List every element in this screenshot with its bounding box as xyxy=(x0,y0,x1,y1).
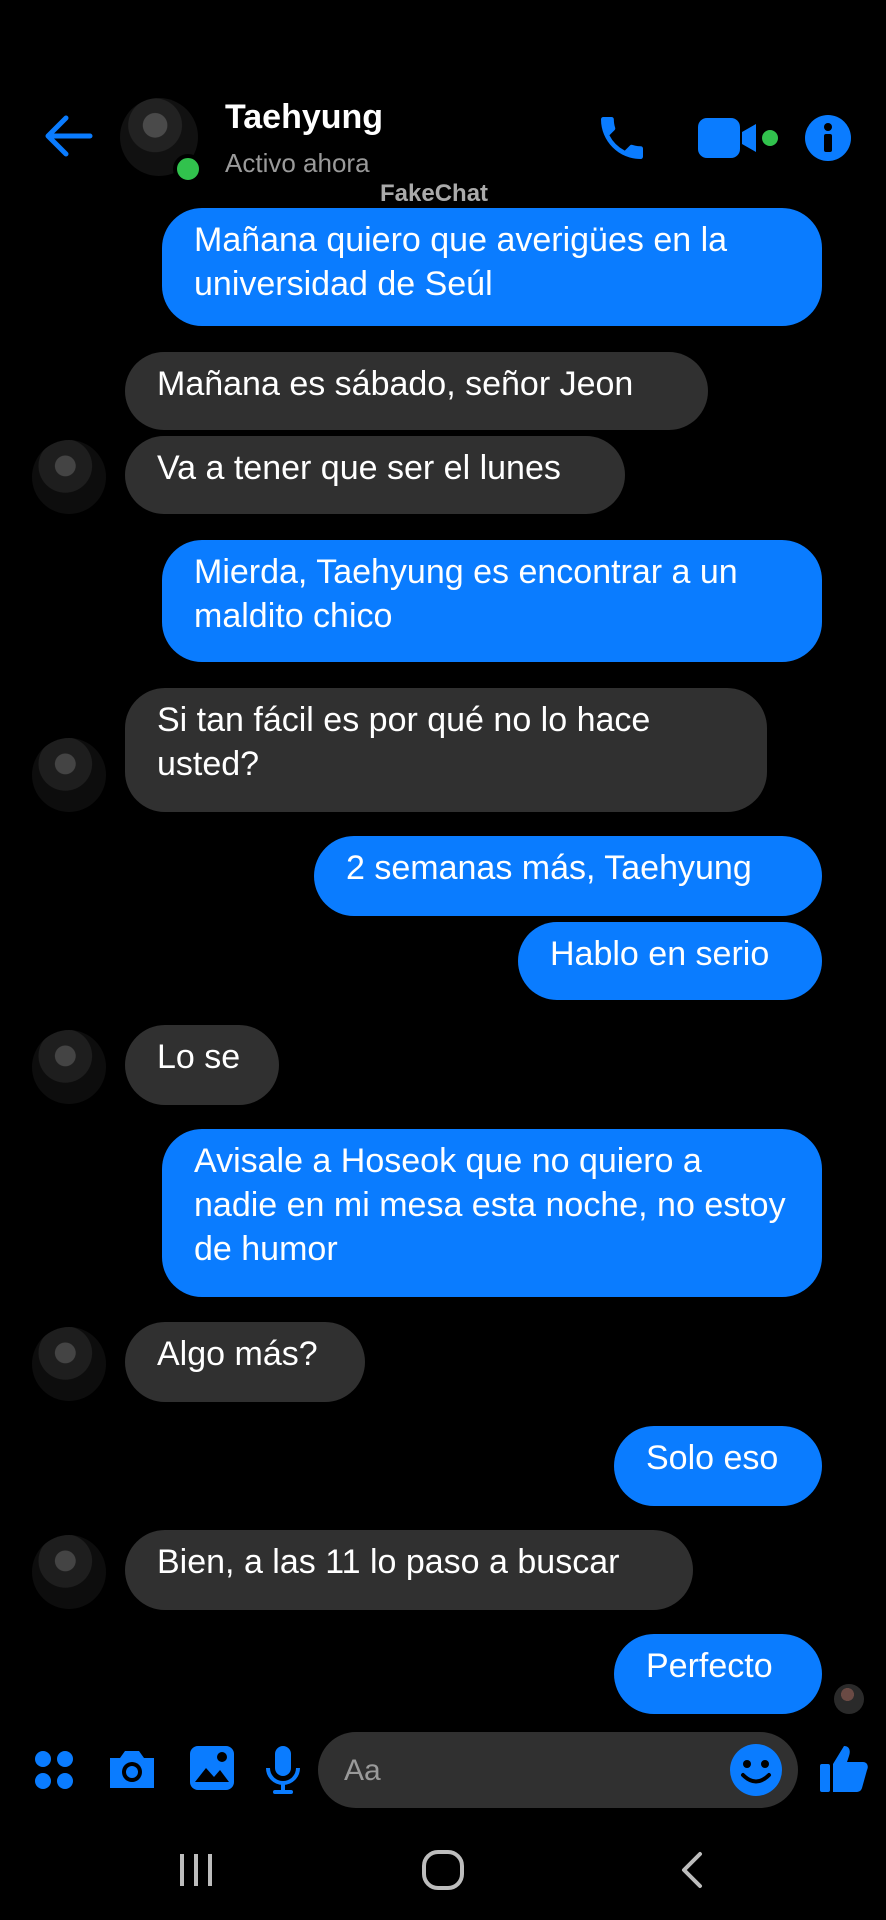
contact-avatar-small xyxy=(32,1327,106,1401)
home-icon[interactable] xyxy=(420,1848,466,1892)
info-icon[interactable] xyxy=(804,114,852,162)
contact-avatar-small xyxy=(32,440,106,514)
sent-message[interactable]: 2 semanas más, Taehyung xyxy=(314,836,822,916)
online-indicator xyxy=(173,154,203,184)
camera-icon[interactable] xyxy=(106,1746,158,1792)
contact-avatar-small xyxy=(32,1535,106,1609)
received-message[interactable]: Mañana es sábado, señor Jeon xyxy=(125,352,708,430)
contact-avatar-small xyxy=(32,1030,106,1104)
sent-message[interactable]: Mierda, Taehyung es encontrar a un maldi… xyxy=(162,540,822,662)
seen-avatar xyxy=(834,1684,864,1714)
recent-apps-icon[interactable] xyxy=(176,1850,216,1890)
video-camera-icon[interactable] xyxy=(696,114,786,162)
message-input-container[interactable] xyxy=(318,1732,798,1808)
watermark: FakeChat xyxy=(380,180,489,207)
contact-status: Activo ahora xyxy=(225,148,370,178)
received-message[interactable]: Bien, a las 11 lo paso a buscar xyxy=(125,1530,693,1610)
gallery-icon[interactable] xyxy=(188,1744,236,1792)
contact-name[interactable]: Taehyung xyxy=(225,98,383,137)
message-input[interactable] xyxy=(342,1746,726,1796)
sent-message[interactable]: Avisale a Hoseok que no quiero a nadie e… xyxy=(162,1129,822,1297)
contact-avatar-small xyxy=(32,738,106,812)
back-arrow-icon[interactable] xyxy=(40,108,96,164)
chat-header: Taehyung Activo ahora FakeChat xyxy=(0,0,886,207)
received-message[interactable]: Va a tener que ser el lunes xyxy=(125,436,625,514)
phone-icon[interactable] xyxy=(594,110,650,166)
received-message[interactable]: Si tan fácil es por qué no lo hace usted… xyxy=(125,688,767,812)
received-message[interactable]: Lo se xyxy=(125,1025,279,1105)
sent-message[interactable]: Hablo en serio xyxy=(518,922,822,1000)
emoji-icon[interactable] xyxy=(728,1742,784,1798)
sent-message[interactable]: Solo eso xyxy=(614,1426,822,1506)
thumbs-up-icon[interactable] xyxy=(818,1742,870,1794)
sent-message[interactable]: Mañana quiero que averigües en la univer… xyxy=(162,208,822,326)
sent-message[interactable]: Perfecto xyxy=(614,1634,822,1714)
apps-grid-icon[interactable] xyxy=(32,1748,76,1792)
microphone-icon[interactable] xyxy=(264,1744,302,1796)
back-icon[interactable] xyxy=(676,1850,706,1890)
received-message[interactable]: Algo más? xyxy=(125,1322,365,1402)
